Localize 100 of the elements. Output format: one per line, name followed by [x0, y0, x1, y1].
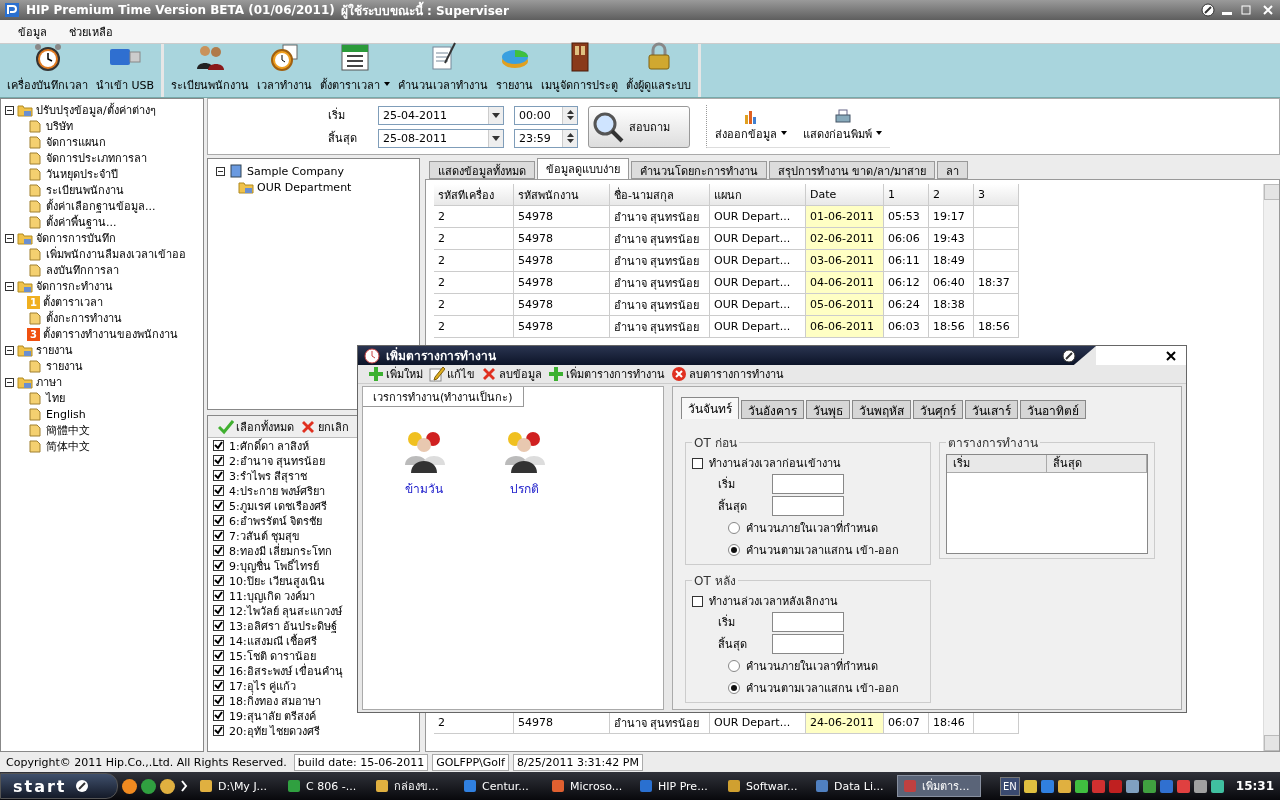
radio-option[interactable]: คำนวนตามเวลาแสกน เข้า-ออก	[692, 540, 924, 560]
employee-checkbox[interactable]: 12:ไพวัลย์ ลุนสะแกวงษ์	[208, 603, 419, 618]
tray-icon[interactable]	[1193, 779, 1207, 793]
date-field[interactable]: 25-08-2011	[378, 128, 504, 148]
toolbar-button[interactable]: คำนวนเวลาทำงาน	[395, 41, 492, 94]
tree-item[interactable]: ตั้งค่าเลือกฐานข้อมูล...	[5, 198, 199, 214]
column-header[interactable]: Date	[806, 184, 884, 206]
employee-checkbox[interactable]: 6:อำพรรัตน์ จิตรชัย	[208, 513, 419, 528]
dialog-toolbar-button[interactable]: ลบตารางการทำงาน	[671, 365, 784, 383]
employee-checkbox[interactable]: 20:อุทัย ไชยดวงศรี	[208, 723, 419, 738]
toolbar-button[interactable]: ตั้งตาราเวลา	[317, 41, 394, 94]
column-header[interactable]: ชื่อ-นามสกุล	[610, 184, 710, 206]
expander-icon[interactable]	[5, 233, 14, 243]
tree-item[interactable]: วันหยุดประจำปี	[5, 166, 199, 182]
employee-checkbox[interactable]: 14:แสงมณี เชื้อศรี	[208, 633, 419, 648]
time-field[interactable]: 23:59	[514, 128, 578, 148]
scrollbar[interactable]	[1263, 184, 1279, 751]
employee-checkbox[interactable]: 16:อิสระพงษ์ เขื่อนคำนุ	[208, 663, 419, 678]
dialog-toolbar-button[interactable]: ลบข้อมูล	[481, 365, 542, 383]
tree-item[interactable]: รายงาน	[5, 358, 199, 374]
column-header[interactable]: สิ้นสุด	[1047, 455, 1147, 473]
tray-icon[interactable]	[1040, 779, 1054, 793]
tree-item[interactable]: จัดการแผนก	[5, 134, 199, 150]
column-header[interactable]: แผนก	[710, 184, 806, 206]
column-header[interactable]: รหัสพนักงาน	[514, 184, 610, 206]
tab[interactable]: สรุปการทำงาน ขาด/ลา/มาสาย	[769, 161, 935, 179]
tree-item[interactable]: ไทย	[5, 390, 199, 406]
start-button[interactable]: start	[0, 773, 118, 799]
taskbar-button[interactable]: เพิ่มตาร...	[897, 775, 981, 797]
tab[interactable]: แสดงข้อมูลทั้งหมด	[429, 161, 535, 179]
employee-checkbox[interactable]: 10:ปิยะ เวียนสูงเนิน	[208, 573, 419, 588]
shift-tab[interactable]: เวรการทำงาน(ทำงานเป็นกะ)	[363, 387, 524, 407]
tree-node[interactable]: ภาษา	[5, 374, 199, 390]
employee-checkbox[interactable]: 15:โชติ ดาราน้อย	[208, 648, 419, 663]
expander-icon[interactable]	[216, 166, 225, 176]
tree-item[interactable]: OUR Department	[216, 179, 411, 195]
toolbar-button[interactable]: เมนูจัดการประตู	[538, 41, 622, 94]
end-time-field[interactable]	[772, 634, 844, 654]
print-preview-button[interactable]: แสดงก่อนพิมพ์	[803, 109, 882, 143]
select-all-button[interactable]: เลือกทั้งหมด	[218, 417, 294, 436]
expander-icon[interactable]	[5, 105, 14, 115]
day-tab[interactable]: วันศุกร์	[913, 400, 963, 419]
tab[interactable]: คำนวนโดยกะการทำงาน	[631, 161, 767, 179]
column-header[interactable]: 1	[884, 184, 929, 206]
tree-item[interactable]: 簡體中文	[5, 422, 199, 438]
taskbar-button[interactable]: กล่องข...	[369, 775, 453, 797]
column-header[interactable]: เริ่ม	[947, 455, 1047, 473]
search-button[interactable]: สอบถาม	[588, 105, 690, 148]
expander-icon[interactable]	[5, 377, 14, 387]
quick-launch-icon[interactable]	[160, 778, 175, 794]
tab[interactable]: ลา	[936, 161, 968, 179]
tree-item[interactable]: จัดการประเภทการลา	[5, 150, 199, 166]
day-tab[interactable]: วันอาทิตย์	[1020, 400, 1086, 419]
employee-checkbox[interactable]: 17:อุไร คู่แก้ว	[208, 678, 419, 693]
tray-icon[interactable]	[1074, 779, 1088, 793]
tree-item[interactable]: บริษัท	[5, 118, 199, 134]
tray-icon[interactable]	[1023, 779, 1037, 793]
employee-checkbox[interactable]: 8:ทองมี เลี่ยมกระโทก	[208, 543, 419, 558]
dialog-toolbar-button[interactable]: เพิ่มตารางการทำงาน	[548, 365, 665, 383]
employee-checkbox[interactable]: 9:บุญชื่น โพธิ์ไทรย์	[208, 558, 419, 573]
quick-launch-icon[interactable]	[141, 778, 156, 794]
day-tab[interactable]: วันจันทร์	[681, 397, 739, 419]
taskbar-button[interactable]: Softwar...	[721, 775, 805, 797]
tray-icon[interactable]	[1125, 779, 1139, 793]
column-header[interactable]: 3	[974, 184, 1019, 206]
radio-option[interactable]: คำนวนภายในเวลาที่กำหนด	[692, 656, 924, 676]
time-field[interactable]: 00:00	[514, 105, 578, 125]
cancel-button[interactable]: ยกเลิก	[300, 417, 349, 436]
tree-item[interactable]: 1 ตั้งตาราเวลา	[5, 294, 199, 310]
tree-item[interactable]: 3 ตั้งตารางทำงานของพนักงาน	[5, 326, 199, 342]
export-button[interactable]: ส่งออกข้อมูล	[715, 109, 787, 143]
toolbar-button[interactable]: รายงาน	[493, 41, 537, 94]
toolbar-button[interactable]: เวลาทำงาน	[254, 41, 316, 94]
taskbar-button[interactable]: C 806 -...	[281, 775, 365, 797]
tray-icon[interactable]	[1142, 779, 1156, 793]
overtime-checkbox[interactable]: ทำงานล่วงเวลาก่อนเข้างาน	[692, 454, 924, 472]
menu-item[interactable]: ช่วยเหลือ	[69, 22, 113, 41]
tree-item[interactable]: เพิ่มพนักงานลืมลงเวลาเข้าออ	[5, 246, 199, 262]
tree-node[interactable]: รายงาน	[5, 342, 199, 358]
start-time-field[interactable]	[772, 474, 844, 494]
end-time-field[interactable]	[772, 496, 844, 516]
day-tab[interactable]: วันอังคาร	[741, 400, 804, 419]
taskbar-button[interactable]: Microso...	[545, 775, 629, 797]
tree-item[interactable]: ตั้งค่าพื้นฐาน...	[5, 214, 199, 230]
tree-node[interactable]: จัดการการบันทึก	[5, 230, 199, 246]
tree-node[interactable]: จัดการกะทำงาน	[5, 278, 199, 294]
quick-launch-icon[interactable]	[122, 778, 137, 794]
toolbar-button[interactable]: เครื่องบันทึกเวลา	[4, 41, 91, 94]
employee-checkbox[interactable]: 19:สุนาลัย ตรีสงค์	[208, 708, 419, 723]
day-tab[interactable]: วันพุธ	[806, 400, 850, 419]
day-tab[interactable]: วันเสาร์	[965, 400, 1018, 419]
expander-icon[interactable]	[5, 281, 14, 291]
toolbar-button[interactable]: ระเบียนพนักงาน	[168, 41, 253, 94]
taskbar-button[interactable]: Centur...	[457, 775, 541, 797]
taskbar-button[interactable]: D:\My J...	[193, 775, 277, 797]
tray-icon[interactable]	[1057, 779, 1071, 793]
employee-checkbox[interactable]: 18:กิ่งทอง สมอาษา	[208, 693, 419, 708]
dialog-toolbar-button[interactable]: เพิ่มใหม่	[368, 365, 423, 383]
expander-icon[interactable]	[5, 345, 14, 355]
tab[interactable]: ข้อมูลดูแบบง่าย	[537, 158, 629, 179]
